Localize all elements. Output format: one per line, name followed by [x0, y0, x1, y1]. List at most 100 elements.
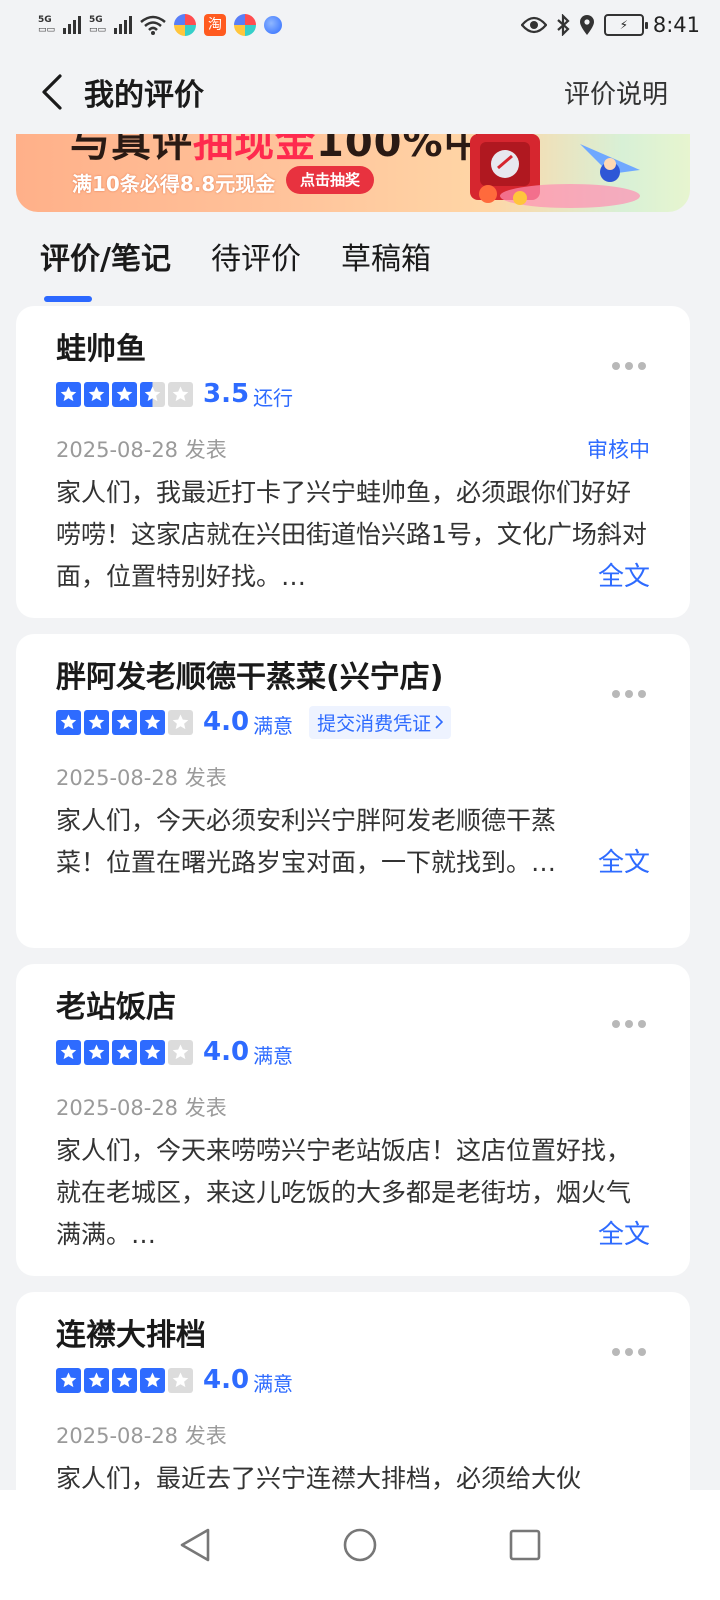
shop-name[interactable]: 蛙帅鱼 — [56, 330, 650, 370]
rating-score: 4.0 — [203, 707, 250, 737]
status-badge: 审核中 — [587, 438, 650, 462]
rating-score: 4.0 — [203, 1037, 250, 1067]
taobao-icon: 淘 — [204, 14, 227, 36]
header: 我的评价 评价说明 — [0, 50, 720, 134]
banner-subtitle: 满10条必得8.8元现金 — [72, 172, 276, 196]
date-row: 2025-08-28 发表 — [56, 1412, 650, 1458]
date-row: 2025-08-28 发表 — [56, 754, 650, 800]
star-rating — [56, 709, 193, 735]
star-icon — [140, 381, 165, 407]
publish-date: 2025-08-28 发表 — [56, 766, 227, 790]
star-rating — [56, 1039, 193, 1065]
review-text-content: 家人们，我最近打卡了兴宁蛙帅鱼，必须跟你们好好唠唠！这家店就在兴田街道怡兴路1号… — [56, 478, 647, 591]
star-icon — [140, 1039, 165, 1065]
review-text-content: 家人们，今天必须安利兴宁胖阿发老顺德干蒸菜！位置在曙光路岁宝对面，一下就找到。… — [56, 806, 557, 877]
promo-banner[interactable]: 与真评抽现金100%中奖 满10条必得8.8元现金 点击抽奖 — [16, 134, 690, 212]
banner-illustration — [470, 134, 640, 208]
rating-row: 4.0 满意 — [56, 1358, 650, 1402]
status-left: 5G ▭▭ 5G ▭▭ 淘 — [38, 14, 283, 36]
rating-score: 3.5 — [203, 379, 250, 409]
review-text-content: 家人们，今天来唠唠兴宁老站饭店！这店位置好找，就在老城区，来这儿吃饭的大多都是老… — [56, 1136, 632, 1249]
shop-name[interactable]: 胖阿发老顺德干蒸菜(兴宁店) — [56, 658, 650, 698]
back-button[interactable] — [22, 62, 82, 122]
rating-word: 满意 — [253, 1371, 294, 1396]
submit-voucher-button[interactable]: 提交消费凭证 — [309, 705, 452, 739]
tab-drafts[interactable]: 草稿箱 — [341, 212, 431, 292]
bluetooth-icon — [557, 14, 570, 36]
more-dots-icon[interactable] — [612, 362, 646, 370]
square-recent-icon[interactable] — [508, 1528, 542, 1562]
rating-word: 满意 — [253, 713, 294, 738]
star-rating — [56, 1367, 193, 1393]
status-right: ⚡ 8:41 — [520, 13, 700, 37]
full-text-link[interactable]: 全文 — [587, 842, 650, 884]
shop-name[interactable]: 连襟大排档 — [56, 1316, 650, 1356]
more-dots-icon[interactable] — [612, 1020, 646, 1028]
review-text[interactable]: 家人们，今天必须安利兴宁胖阿发老顺德干蒸菜！位置在曙光路岁宝对面，一下就找到。…… — [56, 800, 650, 902]
wifi-icon — [140, 15, 166, 35]
chevron-left-icon — [42, 74, 62, 110]
more-dots-icon[interactable] — [612, 1348, 646, 1356]
star-icon — [168, 1367, 193, 1393]
star-icon — [84, 1039, 109, 1065]
app-notification-icon — [174, 14, 197, 36]
chevron-right-icon — [435, 715, 444, 729]
tab-pending-review[interactable]: 待评价 — [211, 212, 301, 292]
review-text[interactable]: 家人们，我最近打卡了兴宁蛙帅鱼，必须跟你们好好唠唠！这家店就在兴田街道怡兴路1号… — [56, 472, 650, 616]
review-card[interactable]: 连襟大排档 4.0 满意 2025-08-28 发表 家人们，最近去了兴宁连襟大… — [16, 1292, 690, 1512]
review-list: 蛙帅鱼 3.5 还行 2025-08-28 发表 审核中 家人们，我最近打卡了兴… — [16, 306, 690, 1528]
battery-icon: ⚡ — [603, 14, 648, 36]
rating-score: 4.0 — [203, 1365, 250, 1395]
tab-reviews-notes[interactable]: 评价/笔记 — [40, 212, 171, 292]
more-dots-icon[interactable] — [612, 690, 646, 698]
star-icon — [56, 709, 81, 735]
full-text-link[interactable]: 全文 — [587, 1214, 650, 1256]
star-icon — [168, 381, 193, 407]
star-icon — [140, 709, 165, 735]
rating-row: 3.5 还行 — [56, 372, 650, 416]
active-tab-indicator — [44, 296, 92, 302]
clock: 8:41 — [652, 13, 700, 37]
shop-name[interactable]: 老站饭店 — [56, 988, 650, 1028]
rating-word: 满意 — [253, 1043, 294, 1068]
review-text[interactable]: 家人们，今天来唠唠兴宁老站饭店！这店位置好找，就在老城区，来这儿吃饭的大多都是老… — [56, 1130, 650, 1274]
signal-label-2: 5G ▭▭ — [89, 15, 107, 35]
location-icon — [579, 15, 594, 35]
browser-icon — [264, 16, 283, 34]
star-icon — [56, 1039, 81, 1065]
eye-icon — [520, 16, 547, 34]
star-icon — [56, 1367, 81, 1393]
signal-label-1: 5G ▭▭ — [38, 15, 56, 35]
signal-icon-1 — [63, 16, 82, 34]
date-row: 2025-08-28 发表 — [56, 1084, 650, 1130]
review-card[interactable]: 老站饭店 4.0 满意 2025-08-28 发表 家人们，今天来唠唠兴宁老站饭… — [16, 964, 690, 1276]
star-icon — [112, 381, 137, 407]
star-icon — [112, 1039, 137, 1065]
review-card[interactable]: 蛙帅鱼 3.5 还行 2025-08-28 发表 审核中 家人们，我最近打卡了兴… — [16, 306, 690, 618]
triangle-back-icon[interactable] — [178, 1527, 212, 1563]
star-icon — [84, 1367, 109, 1393]
voucher-label: 提交消费凭证 — [317, 712, 432, 735]
circle-home-icon[interactable] — [342, 1527, 378, 1563]
lottery-button[interactable]: 点击抽奖 — [286, 166, 375, 194]
page-title: 我的评价 — [84, 78, 204, 113]
rating-row: 4.0 满意 — [56, 1030, 650, 1074]
full-text-link[interactable]: 全文 — [587, 556, 650, 598]
system-nav-bar — [0, 1490, 720, 1600]
status-bar: 5G ▭▭ 5G ▭▭ 淘 ⚡ 8:41 — [0, 0, 720, 50]
rating-row: 4.0 满意 提交消费凭证 — [56, 700, 650, 744]
star-icon — [56, 381, 81, 407]
star-rating — [56, 381, 193, 407]
banner-headline: 与真评抽现金100%中奖 — [70, 134, 526, 166]
review-guide-link[interactable]: 评价说明 — [564, 74, 668, 111]
star-icon — [84, 381, 109, 407]
signal-icon-2 — [114, 16, 133, 34]
publish-date: 2025-08-28 发表 — [56, 1424, 227, 1448]
review-card[interactable]: 胖阿发老顺德干蒸菜(兴宁店) 4.0 满意 提交消费凭证 2025-08-28 … — [16, 634, 690, 948]
star-icon — [168, 1039, 193, 1065]
publish-date: 2025-08-28 发表 — [56, 1096, 227, 1120]
tab-bar: 评价/笔记 待评价 草稿箱 — [0, 212, 720, 302]
star-icon — [168, 709, 193, 735]
rating-word: 还行 — [253, 385, 294, 410]
star-icon — [112, 1367, 137, 1393]
